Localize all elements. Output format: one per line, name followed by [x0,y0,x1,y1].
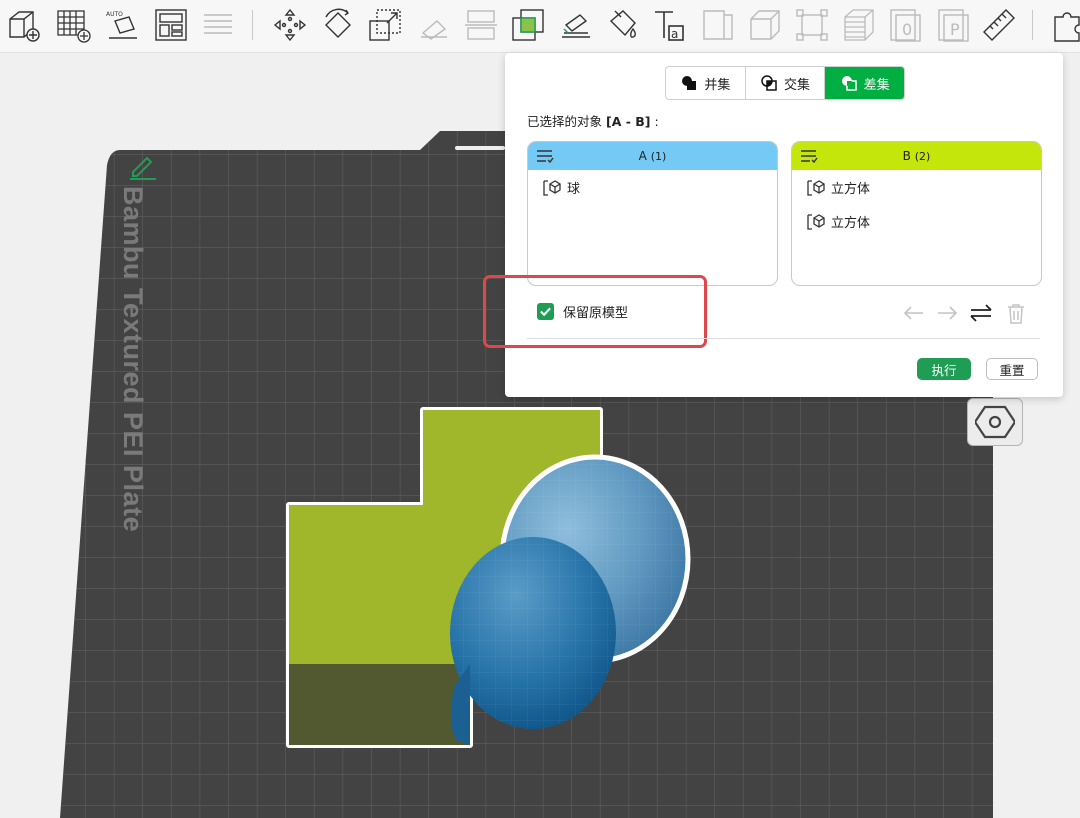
zero-icon[interactable]: 0 [886,6,924,44]
lay-on-face-icon[interactable] [414,6,452,44]
selected-objects-text: 已选择的对象 [527,114,603,129]
add-cube-icon[interactable] [4,6,42,44]
intersection-icon [761,75,777,91]
execute-button[interactable]: 执行 [917,358,971,380]
list-a: A (1) 球 [527,141,778,286]
difference-icon [841,76,857,91]
move-left-button[interactable] [901,302,927,324]
svg-text:a: a [671,27,678,41]
swap-button[interactable] [968,302,994,324]
move-icon[interactable] [271,6,309,44]
object-cube-icon [807,180,825,196]
reset-button[interactable]: 重置 [986,358,1038,380]
measure-box-icon[interactable] [699,6,737,44]
list-menu-icon[interactable] [536,148,554,164]
keep-original-label: 保留原模型 [563,306,629,321]
svg-text:0: 0 [902,20,912,39]
list-menu-icon[interactable] [800,148,818,164]
puzzle-icon[interactable] [1050,6,1080,44]
boolean-operation-panel: 并集 交集 差集 已选择的对象 [A - B] : A (1) 球 B (2) [483,53,1063,397]
list-a-header: A (1) [528,142,777,170]
mode-union-label: 并集 [704,77,731,93]
delete-button[interactable] [1003,302,1029,324]
rotate-icon[interactable] [319,6,357,44]
layers-icon[interactable] [199,6,237,44]
keep-original-checkbox[interactable] [537,303,554,320]
move-right-button[interactable] [934,302,960,324]
list-b-header: B (2) [792,142,1041,170]
list-b-item[interactable]: 立方体 [792,204,1041,238]
trash-icon [1008,304,1024,324]
p-icon[interactable]: P [934,6,972,44]
union-icon [682,76,697,90]
selected-objects-label: 已选择的对象 [A - B] : [527,111,659,130]
mode-difference[interactable]: 差集 [825,67,904,99]
scale-icon[interactable] [366,6,404,44]
variable-layer-icon[interactable] [840,6,878,44]
mode-intersection[interactable]: 交集 [746,67,826,99]
object-cube-icon [543,180,561,196]
boolean-icon[interactable] [509,6,547,44]
toolbar-separator [252,10,253,40]
fit-icon[interactable] [793,6,831,44]
panel-divider [527,338,1040,339]
mode-difference-label: 差集 [863,77,890,93]
list-b: B (2) 立方体 立方体 [791,141,1042,286]
ruler-icon[interactable] [980,6,1018,44]
mode-intersection-label: 交集 [784,77,811,93]
plate-settings-button[interactable] [967,398,1023,446]
list-b-title: B [902,149,911,163]
selected-objects-colon: : [654,114,659,129]
arrow-right-icon [938,306,958,320]
list-a-title: A [638,149,647,163]
keep-original-option[interactable]: 保留原模型 [537,302,628,321]
mode-union[interactable]: 并集 [666,67,746,99]
list-b-item-label: 立方体 [831,215,871,231]
main-toolbar: AUTO a 0 P [0,0,1080,53]
edit-pencil-icon[interactable] [127,153,159,181]
add-plate-icon[interactable] [54,6,92,44]
list-a-item-label: 球 [567,181,581,197]
object-cube-icon [807,214,825,230]
hexagon-icon [975,405,1015,439]
list-a-item[interactable]: 球 [528,170,777,204]
svg-text:AUTO: AUTO [106,11,123,18]
toolbar-separator [1032,10,1033,40]
list-b-item[interactable]: 立方体 [792,170,1041,204]
list-a-count: (1) [650,149,667,163]
text-icon[interactable]: a [650,6,688,44]
list-b-count: (2) [914,149,931,163]
color-paint-icon[interactable] [604,6,642,44]
cut-icon[interactable] [462,6,500,44]
assembly-icon[interactable] [746,6,784,44]
swap-icon [970,304,992,322]
plate-label: Bambu Textured PEI Plate [118,186,148,532]
arrow-left-icon [903,306,923,320]
list-b-item-label: 立方体 [831,181,871,197]
arrange-icon[interactable] [152,6,190,44]
boolean-mode-selector: 并集 交集 差集 [665,66,905,100]
selected-objects-expr: [A - B] [606,114,651,129]
check-icon [540,307,551,317]
auto-orient-icon[interactable]: AUTO [104,6,142,44]
svg-text:P: P [950,20,960,39]
support-paint-icon[interactable] [557,6,595,44]
